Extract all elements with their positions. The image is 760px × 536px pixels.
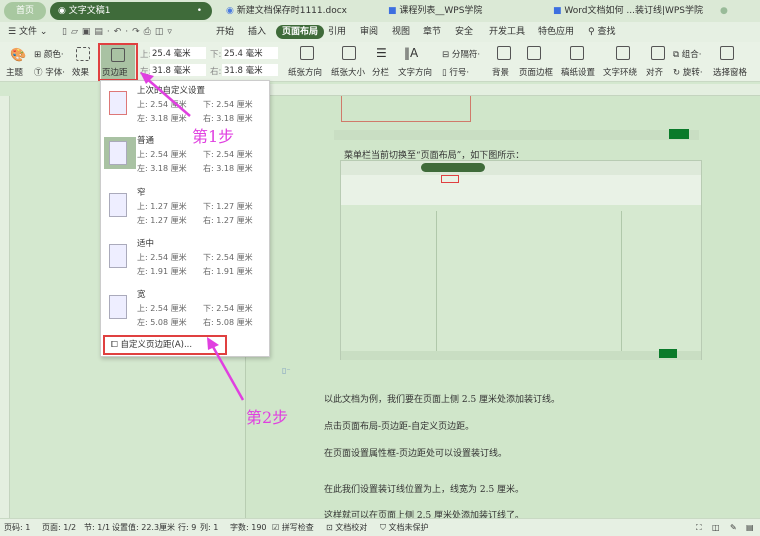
spell-check-button[interactable]: ☑ 拼写检查 — [272, 519, 314, 536]
status-page[interactable]: 页码: 1 — [4, 519, 30, 536]
annotation-arrows — [140, 72, 245, 401]
status-setting: 设置值: 22.3厘米 — [112, 523, 176, 532]
page-view-icon[interactable]: ▤ — [746, 519, 754, 536]
shield-icon: ⛉ — [380, 523, 386, 532]
status-bar: 页码: 1 页面: 1/2 节: 1/1 设置值: 22.3厘米 行: 9 列:… — [0, 518, 760, 536]
status-words[interactable]: 字数: 190 — [230, 519, 267, 536]
protect-label: 文档未保护 — [388, 523, 429, 532]
step1-arrow — [145, 77, 191, 117]
read-mode-icon[interactable]: ◫ — [712, 519, 720, 536]
status-row: 行: 9 — [178, 523, 197, 532]
step1-annotation: 第1步 — [192, 127, 235, 146]
status-col: 列: 1 — [200, 523, 219, 532]
proofread-label: 文档校对 — [335, 523, 368, 532]
status-pages: 页面: 1/2 — [42, 523, 77, 532]
spell-check-label: 拼写检查 — [281, 523, 314, 532]
step2-annotation: 第2步 — [246, 408, 289, 427]
proofread-button[interactable]: ⊡ 文档校对 — [326, 519, 367, 536]
edit-mode-icon[interactable]: ✎ — [730, 519, 737, 536]
step2-arrow — [210, 344, 245, 401]
protect-button[interactable]: ⛉ 文档未保护 — [380, 519, 429, 536]
fullscreen-icon[interactable]: ⛶ — [696, 519, 702, 536]
status-section: 节: 1/1 — [84, 523, 111, 532]
